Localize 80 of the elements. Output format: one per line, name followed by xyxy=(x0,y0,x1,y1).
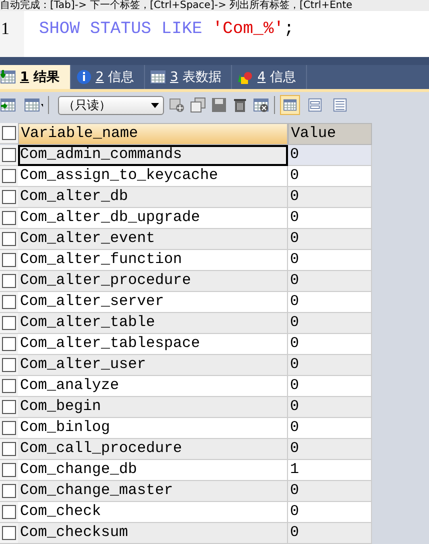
table-icon xyxy=(150,68,166,85)
row-checkbox[interactable] xyxy=(2,316,16,330)
row-checkbox[interactable] xyxy=(2,253,16,267)
row-checkbox[interactable] xyxy=(2,505,16,519)
table-cell: Com_begin xyxy=(18,397,288,418)
column-header[interactable]: Value xyxy=(288,123,372,145)
table-cell: Com_assign_to_keycache xyxy=(18,166,288,187)
table-cell: 0 xyxy=(288,502,372,523)
info-icon xyxy=(76,68,92,85)
table-cell: Com_checksum xyxy=(18,523,288,544)
tab-label: 1 结果 xyxy=(20,68,60,86)
table-cell: 0 xyxy=(288,145,372,166)
table-cell: 0 xyxy=(288,418,372,439)
line-number: 1 xyxy=(0,19,10,40)
row-checkbox[interactable] xyxy=(2,169,16,183)
row-checkbox[interactable] xyxy=(2,400,16,414)
duplicate-icon[interactable] xyxy=(190,97,206,114)
row-checkbox[interactable] xyxy=(2,379,16,393)
view-toggle[interactable] xyxy=(280,95,300,116)
text-view-icon xyxy=(333,98,347,112)
table-cell: Com_alter_table xyxy=(18,313,288,334)
table-cell: 0 xyxy=(288,523,372,544)
table-cell: 0 xyxy=(288,271,372,292)
sql-code-line[interactable]: SHOW STATUS LIKE 'Com_%'; xyxy=(39,20,294,58)
row-checkbox[interactable] xyxy=(2,232,16,246)
table-cell: Com_alter_user xyxy=(18,355,288,376)
select-all-checkbox[interactable] xyxy=(2,126,16,140)
row-checkbox[interactable] xyxy=(2,442,16,456)
table-cell: 1 xyxy=(288,460,372,481)
tab-label: 3 表数据 xyxy=(170,68,222,86)
row-checkbox[interactable] xyxy=(2,295,16,309)
table-cell: Com_alter_function xyxy=(18,250,288,271)
table-cell: 0 xyxy=(288,250,372,271)
table-cell: Com_alter_db xyxy=(18,187,288,208)
row-checkbox[interactable] xyxy=(2,211,16,225)
tab-label: 4 信息 xyxy=(257,68,296,86)
table-cell: Com_alter_event xyxy=(18,229,288,250)
table-cell: Com_change_master xyxy=(18,481,288,502)
row-checkbox[interactable] xyxy=(2,526,16,540)
grid-view-icon xyxy=(283,98,297,112)
row-checkbox[interactable] xyxy=(2,148,16,162)
add-row-icon[interactable] xyxy=(169,97,185,114)
table-cell: 0 xyxy=(288,292,372,313)
trash-icon[interactable] xyxy=(232,97,248,114)
table-cell: Com_binlog xyxy=(18,418,288,439)
table-cell: Com_admin_commands xyxy=(18,145,288,166)
table-cell: 0 xyxy=(288,229,372,250)
table-cell: Com_check xyxy=(18,502,288,523)
result-tab[interactable]: 1 结果 xyxy=(0,64,71,89)
table-cell: 0 xyxy=(288,334,372,355)
table-cell: Com_call_procedure xyxy=(18,439,288,460)
row-checkbox[interactable] xyxy=(2,484,16,498)
table-cell: Com_alter_tablespace xyxy=(18,334,288,355)
table-cell: 0 xyxy=(288,397,372,418)
mode-dropdown[interactable]: （只读） xyxy=(58,96,164,115)
form-view-icon xyxy=(308,98,322,112)
tab-label: 2 信息 xyxy=(96,68,134,86)
row-checkbox[interactable] xyxy=(2,337,16,351)
table-cell: Com_alter_procedure xyxy=(18,271,288,292)
table-cell: 0 xyxy=(288,355,372,376)
row-checkbox[interactable] xyxy=(2,421,16,435)
save-icon[interactable] xyxy=(211,97,227,114)
row-checkbox[interactable] xyxy=(2,274,16,288)
table-cell: 0 xyxy=(288,481,372,502)
table-cell: Com_alter_server xyxy=(18,292,288,313)
caret-icon xyxy=(151,102,159,108)
delete-grid-icon[interactable] xyxy=(253,97,269,114)
table-cell: 0 xyxy=(288,313,372,334)
row-checkbox[interactable] xyxy=(2,190,16,204)
table-cell: Com_change_db xyxy=(18,460,288,481)
table-cell: 0 xyxy=(288,166,372,187)
row-checkbox[interactable] xyxy=(2,358,16,372)
table-cell: Com_alter_db_upgrade xyxy=(18,208,288,229)
column-header[interactable]: Variable_name xyxy=(18,123,288,145)
table-cell: 0 xyxy=(288,208,372,229)
table-cell: 0 xyxy=(288,187,372,208)
table-cell: Com_analyze xyxy=(18,376,288,397)
table-cell: 0 xyxy=(288,376,372,397)
table-cell: 0 xyxy=(288,439,372,460)
row-checkbox[interactable] xyxy=(2,463,16,477)
